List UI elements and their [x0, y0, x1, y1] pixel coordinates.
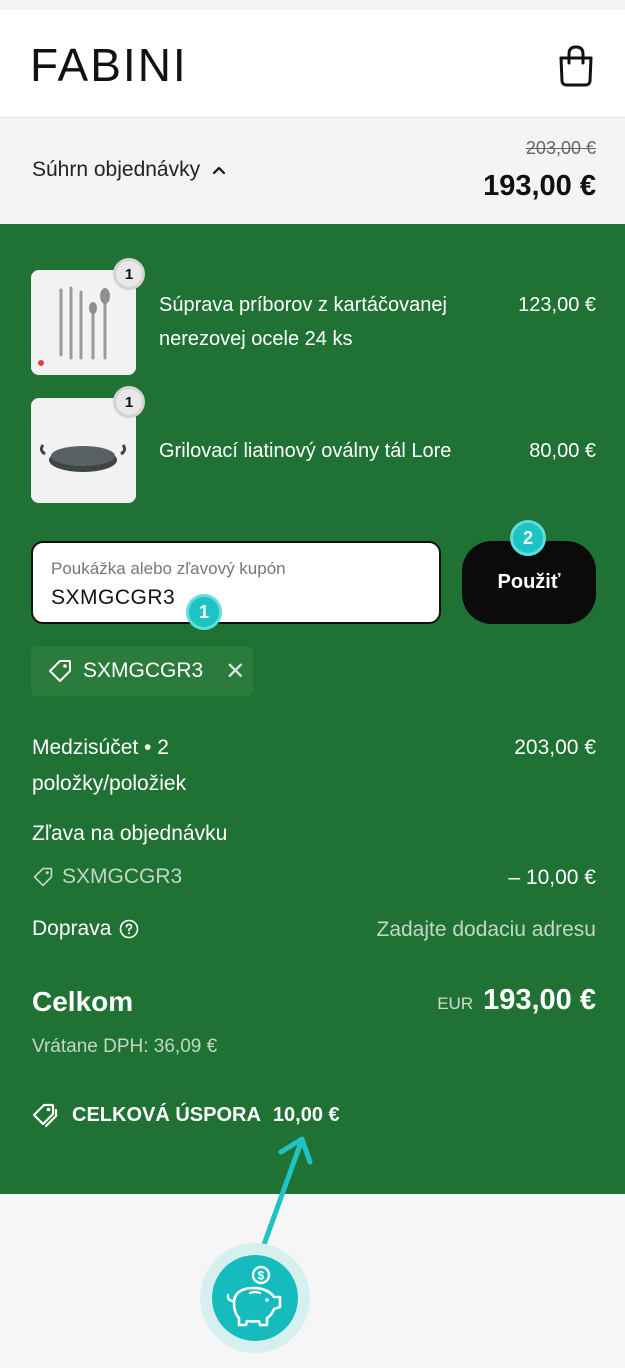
total-value: EUR 193,00 € — [437, 984, 596, 1017]
tags-icon — [32, 1103, 58, 1128]
chevron-up-icon — [213, 166, 226, 175]
item-name-line: Súprava príborov z kartáčovanej — [159, 294, 447, 316]
step-marker-1: 1 — [186, 594, 222, 630]
order-summary-label: Súhrn objednávky — [32, 158, 201, 181]
subtotal-label: Medzisúčet • 2 položky/položiek — [32, 730, 186, 802]
discount-code: SXMGCGR3 — [62, 865, 183, 888]
item-name: Grilovací liatinový oválny tál Lore — [159, 440, 452, 462]
discount-code-row: SXMGCGR3 — [32, 859, 182, 895]
applied-coupon-code: SXMGCGR3 — [83, 659, 204, 682]
step-marker-2: 2 — [510, 520, 546, 556]
quantity-badge: 1 — [113, 386, 145, 418]
subtotal-label-line: Medzisúčet • 2 — [32, 736, 169, 759]
brand-logo[interactable]: FABINI — [30, 38, 188, 92]
quantity-badge: 1 — [113, 258, 145, 290]
total-savings: CELKOVÁ ÚSPORA 10,00 € — [32, 1102, 340, 1128]
original-price: 203,00 € — [525, 138, 596, 158]
svg-text:$: $ — [258, 1269, 265, 1283]
shipping-label-text: Doprava — [32, 917, 112, 940]
coupon-input[interactable]: Poukážka alebo zľavový kupón SXMGCGR3 — [31, 541, 441, 624]
shopping-bag-icon[interactable] — [556, 44, 596, 88]
piggy-bank-icon: $ — [226, 1265, 282, 1327]
savings-label: CELKOVÁ ÚSPORA — [72, 1103, 261, 1126]
discount-label: Zľava na objednávku — [32, 822, 228, 845]
tag-icon — [49, 660, 71, 682]
total-amount: 193,00 € — [483, 984, 596, 1016]
site-header: FABINI — [0, 10, 625, 118]
item-price: 123,00 € — [518, 294, 596, 316]
item-price: 80,00 € — [529, 440, 596, 462]
tag-icon — [33, 867, 53, 887]
close-icon[interactable]: ✕ — [225, 657, 245, 686]
subtotal-value: 203,00 € — [514, 736, 596, 759]
shipping-value: Zadajte dodaciu adresu — [376, 918, 597, 941]
shipping-label: Doprava — [32, 911, 139, 947]
item-name: Súprava príborov z kartáčovanej nerezove… — [159, 288, 447, 356]
discount-value: – 10,00 € — [508, 866, 596, 889]
summary-price: 193,00 € — [483, 170, 596, 202]
item-name-line: nerezovej ocele 24 ks — [159, 328, 353, 350]
order-summary-toggle[interactable]: Súhrn objednávky — [32, 158, 228, 182]
coupon-input-label: Poukážka alebo zľavový kupón — [51, 559, 286, 578]
applied-coupon-chip: SXMGCGR3 ✕ — [31, 646, 253, 696]
currency-code: EUR — [437, 994, 474, 1013]
order-summary-panel: 1 Súprava príborov z kartáčovanej nerezo… — [0, 224, 625, 1194]
top-strip — [0, 0, 625, 10]
subtotal-label-line: položky/položiek — [32, 772, 187, 795]
total-label: Celkom — [32, 986, 134, 1017]
savings-value: 10,00 € — [272, 1103, 340, 1126]
coupon-input-value[interactable]: SXMGCGR3 — [51, 586, 175, 610]
vat-note: Vrátane DPH: 36,09 € — [32, 1036, 218, 1057]
piggy-bank-badge: $ — [212, 1255, 298, 1341]
help-icon[interactable] — [119, 919, 139, 939]
